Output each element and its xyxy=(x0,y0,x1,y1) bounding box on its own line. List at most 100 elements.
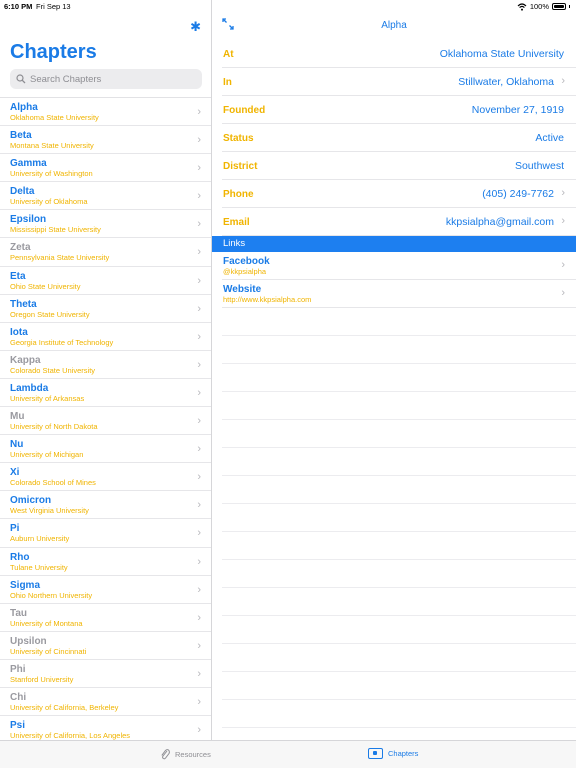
chapter-row-lambda[interactable]: Lambda University of Arkansas › xyxy=(0,379,211,408)
empty-row xyxy=(222,448,576,476)
empty-row xyxy=(222,616,576,644)
chapter-school: University of Michigan xyxy=(10,450,84,460)
field-row-at: At Oklahoma State University xyxy=(222,40,576,68)
chapter-row-phi[interactable]: Phi Stanford University › xyxy=(0,660,211,688)
empty-row xyxy=(222,392,576,420)
empty-row xyxy=(222,420,576,448)
chapter-name: Phi xyxy=(10,663,26,675)
chapter-row-zeta[interactable]: Zeta Pennsylvania State University › xyxy=(0,238,211,267)
gear-icon[interactable]: ✱ xyxy=(190,19,201,35)
chapter-school: University of North Dakota xyxy=(10,422,98,432)
empty-row xyxy=(222,672,576,700)
chapter-school: University of California, Berkeley xyxy=(10,702,119,712)
link-sub-website: http://www.kkpsialpha.com xyxy=(223,295,312,304)
field-value-at: Oklahoma State University xyxy=(439,48,564,60)
chapter-name: Psi xyxy=(10,720,26,732)
chapter-row-tau[interactable]: Tau University of Montana › xyxy=(0,604,211,632)
chapter-name: Kappa xyxy=(10,354,41,366)
field-value-district: Southwest xyxy=(514,160,564,172)
tab-resources-label: Resources xyxy=(175,749,211,759)
chapter-row-nu[interactable]: Nu University of Michigan › xyxy=(0,435,211,464)
field-label-status: Status xyxy=(223,133,254,144)
field-row-in[interactable]: In Stillwater, Oklahoma › xyxy=(222,68,576,96)
chapter-name: Nu xyxy=(10,439,24,451)
chapter-row-pi[interactable]: Pi Auburn University › xyxy=(0,519,211,548)
chapter-school: Colorado State University xyxy=(10,365,96,375)
chapter-row-alpha[interactable]: Alpha Oklahoma State University › xyxy=(0,98,211,127)
chapter-school: Montana State University xyxy=(10,141,94,151)
chapter-row-beta[interactable]: Beta Montana State University › xyxy=(0,126,211,155)
chapter-name: Xi xyxy=(10,467,20,479)
chapter-name: Omicron xyxy=(10,495,52,507)
links-section-header: Links xyxy=(212,236,576,252)
tab-resources[interactable]: Resources xyxy=(160,748,211,760)
search-bar[interactable] xyxy=(10,69,202,89)
link-row-facebook[interactable]: Facebook @kkpsialpha › xyxy=(222,252,576,280)
chapter-list: Alpha Oklahoma State University › Beta Monta… xyxy=(0,97,211,740)
chapter-name: Pi xyxy=(10,523,20,535)
chapter-school: Georgia Institute of Technology xyxy=(10,337,114,347)
chapter-row-chi[interactable]: Chi University of California, Berkeley › xyxy=(0,688,211,717)
chevron-right-icon: › xyxy=(197,415,201,428)
chapter-row-iota[interactable]: Iota Georgia Institute of Technology › xyxy=(0,323,211,351)
paperclip-icon xyxy=(161,749,170,760)
detail-title: Alpha xyxy=(381,20,407,31)
field-label-phone: Phone xyxy=(223,189,254,200)
search-input[interactable] xyxy=(30,73,200,85)
chevron-right-icon: › xyxy=(561,287,565,299)
field-value-phone[interactable]: (405) 249-7762 xyxy=(482,188,554,200)
chapter-name: Alpha xyxy=(10,102,38,113)
chapter-row-mu[interactable]: Mu University of North Dakota › xyxy=(0,407,211,436)
chapter-row-eta[interactable]: Eta Ohio State University › xyxy=(0,267,211,295)
empty-row xyxy=(222,560,576,588)
chapter-school: University of Cincinnati xyxy=(10,646,87,656)
chapter-name: Lambda xyxy=(10,382,49,394)
field-row-email[interactable]: Email kkpsialpha@gmail.com › xyxy=(222,208,576,236)
empty-row xyxy=(222,700,576,728)
field-row-phone[interactable]: Phone (405) 249-7762 › xyxy=(222,180,576,208)
chapter-row-delta[interactable]: Delta University of Oklahoma › xyxy=(0,182,211,211)
empty-row xyxy=(222,588,576,616)
chapter-row-psi[interactable]: Psi University of California, Los Angeles… xyxy=(0,716,211,740)
chapter-row-rho[interactable]: Rho Tulane University › xyxy=(0,548,211,576)
chapter-row-omicron[interactable]: Omicron West Virginia University › xyxy=(0,491,211,520)
chapter-name: Tau xyxy=(10,607,28,619)
chapter-school: Tulane University xyxy=(10,562,68,572)
field-value-in[interactable]: Stillwater, Oklahoma xyxy=(458,76,554,88)
chevron-right-icon: › xyxy=(561,259,565,271)
detail-pane: Alpha At Oklahoma State University In Still… xyxy=(212,0,576,740)
empty-row xyxy=(222,336,576,364)
chapter-name: Eta xyxy=(10,270,26,282)
chapter-row-theta[interactable]: Theta Oregon State University › xyxy=(0,295,211,323)
chapter-name: Theta xyxy=(10,298,37,310)
chapter-school: University of Washington xyxy=(10,169,93,179)
chapter-row-sigma[interactable]: Sigma Ohio Northern University › xyxy=(0,576,211,604)
chapters-icon xyxy=(368,748,383,759)
chapter-school: University of Arkansas xyxy=(10,393,85,403)
chevron-right-icon: › xyxy=(197,724,201,737)
chevron-right-icon: › xyxy=(197,106,201,118)
link-name-website: Website xyxy=(223,284,262,295)
chapter-row-upsilon[interactable]: Upsilon University of Cincinnati › xyxy=(0,632,211,660)
info-list: At Oklahoma State University In Stillwater,… xyxy=(212,40,576,236)
link-row-website[interactable]: Website http://www.kkpsialpha.com › xyxy=(222,280,576,308)
chapter-row-kappa[interactable]: Kappa Colorado State University › xyxy=(0,351,211,379)
chapter-row-gamma[interactable]: Gamma University of Washington › xyxy=(0,154,211,183)
chevron-right-icon: › xyxy=(197,330,201,343)
chapter-row-xi[interactable]: Xi Colorado School of Mines › xyxy=(0,463,211,492)
chapter-school: Pennsylvania State University xyxy=(10,253,110,263)
empty-row xyxy=(222,644,576,672)
empty-row xyxy=(222,364,576,392)
chevron-right-icon: › xyxy=(197,358,201,371)
field-value-email[interactable]: kkpsialpha@gmail.com xyxy=(446,216,554,228)
chevron-right-icon: › xyxy=(197,443,201,456)
chevron-right-icon: › xyxy=(197,246,201,259)
chapter-name: Mu xyxy=(10,411,25,423)
chapter-school: Ohio State University xyxy=(10,281,81,291)
tab-chapters[interactable]: Chapters xyxy=(368,748,418,759)
chapter-school: Ohio Northern University xyxy=(10,590,93,600)
chevron-right-icon: › xyxy=(197,302,201,315)
chevron-right-icon: › xyxy=(197,274,201,287)
sidebar: ✱ Chapters AlphaOklahoma State Universit… xyxy=(0,0,212,740)
chapter-row-epsilon[interactable]: Epsilon Mississippi State University › xyxy=(0,210,211,239)
